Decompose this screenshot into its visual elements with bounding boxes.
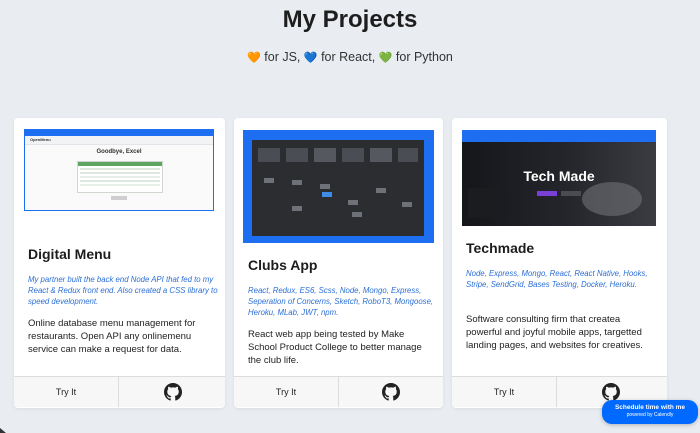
orange-heart-icon: 🧡 [247,52,261,64]
project-thumbnail[interactable] [243,130,434,243]
try-it-button[interactable]: Try It [234,377,339,407]
subtitle-react: for React, [317,50,379,64]
project-thumbnail[interactable]: Tech Made [462,130,656,226]
card-tech-stack: My partner built the back end Node API t… [28,275,218,306]
subtitle: 🧡 for JS, 💙 for React, 💚 for Python [0,50,700,64]
card-description: React web app being tested by Make Schoo… [248,329,422,366]
card-title: Clubs App [248,257,318,273]
page-title: My Projects [282,6,418,33]
blue-heart-icon: 💙 [303,52,318,64]
project-card-techmade: Tech Made Techmade Node, Express, Mongo,… [452,118,667,408]
card-tech-stack: Node, Express, Mongo, React, React Nativ… [466,269,648,289]
try-it-button[interactable]: Try It [452,377,557,407]
screenshot-logo: OpenMenu [30,137,51,142]
card-title: Techmade [466,240,535,256]
subtitle-js: for JS, [260,50,304,64]
try-it-button[interactable]: Try It [14,377,119,407]
green-heart-icon: 💚 [378,52,393,64]
github-icon[interactable] [164,383,182,401]
calendly-line1: Schedule time with me [614,404,686,411]
project-card-digital-menu: OpenMenu Goodbye, Excel Digital Menu My … [14,118,225,408]
corner-arrow-icon [0,428,6,433]
card-title: Digital Menu [28,246,112,262]
github-icon[interactable] [602,383,620,401]
project-thumbnail[interactable]: OpenMenu Goodbye, Excel [24,129,214,211]
card-description: Online database menu management for rest… [28,318,196,355]
card-footer: Try It [234,376,443,407]
card-tech-stack: React, Redux, ES6, Scss, Node, Mongo, Ex… [248,286,434,317]
card-description: Software consulting firm that createa po… [466,314,643,351]
calendly-line2: powered by Calendly [626,412,674,418]
calendly-schedule-button[interactable]: Schedule time with me powered by Calendl… [602,400,698,424]
screenshot-title: Tech Made [523,168,595,184]
project-card-clubs-app: Clubs App React, Redux, ES6, Scss, Node,… [234,118,443,408]
project-screenshot: OpenMenu Goodbye, Excel [25,136,213,210]
project-screenshot: Tech Made [462,142,656,226]
subtitle-python: for Python [392,50,453,64]
screenshot-title: Goodbye, Excel [96,149,142,155]
project-screenshot [252,140,424,236]
github-icon[interactable] [382,383,400,401]
card-footer: Try It [14,376,225,407]
